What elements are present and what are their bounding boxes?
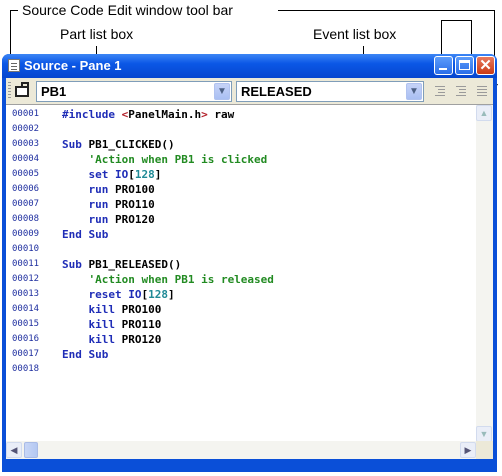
line-number-gutter: 00001 00002 00003 00004 00005 00006 00007 00008… (6, 105, 56, 442)
part-list-box[interactable]: PB1 ▼ (36, 81, 232, 102)
event-list-box[interactable]: RELEASED ▼ (236, 81, 424, 102)
scroll-right-icon[interactable]: ▶ (460, 442, 476, 458)
code-line[interactable]: 'Action when PB1 is released (62, 273, 273, 286)
title-bar[interactable]: Source - Pane 1 ✕ (2, 54, 497, 78)
line-number: 00009 (12, 229, 40, 239)
scroll-left-icon[interactable]: ◀ (6, 442, 22, 458)
event-list-value: RELEASED (241, 84, 312, 99)
callout-event-list: Event list box (313, 26, 397, 42)
code-line[interactable]: run PRO110 (62, 198, 155, 211)
maximize-icon (459, 60, 470, 70)
line-number: 00017 (12, 349, 40, 359)
minimize-button[interactable] (434, 56, 453, 75)
code-line[interactable]: End Sub (62, 348, 108, 361)
scroll-thumb[interactable] (24, 442, 38, 458)
outdent-button[interactable] (453, 84, 468, 98)
line-number: 00011 (12, 259, 40, 269)
code-line[interactable]: run PRO120 (62, 213, 155, 226)
scroll-down-icon[interactable]: ▼ (476, 426, 492, 442)
line-number: 00008 (12, 214, 40, 224)
code-line[interactable]: kill PRO110 (62, 318, 162, 331)
window-title: Source - Pane 1 (24, 58, 122, 73)
line-number: 00006 (12, 184, 40, 194)
code-line[interactable]: run PRO100 (62, 183, 155, 196)
line-number: 00016 (12, 334, 40, 344)
line-number: 00002 (12, 124, 40, 134)
line-number: 00018 (12, 364, 40, 374)
minimize-icon (439, 68, 447, 70)
line-number: 00014 (12, 304, 40, 314)
close-button[interactable]: ✕ (476, 56, 495, 75)
pane-icon (15, 82, 29, 97)
align-button[interactable] (474, 84, 489, 98)
code-line[interactable]: kill PRO100 (62, 303, 162, 316)
callout-toolbar: Source Code Edit window tool bar (22, 2, 233, 18)
code-line[interactable]: set IO[128] (62, 168, 162, 181)
line-number: 00015 (12, 319, 40, 329)
indent-button[interactable] (432, 84, 447, 98)
chevron-down-icon[interactable]: ▼ (406, 83, 422, 100)
line-number: 00001 (12, 109, 40, 119)
close-icon: ✕ (479, 57, 492, 74)
code-line[interactable]: reset IO[128] (62, 288, 175, 301)
size-grip[interactable] (476, 441, 493, 459)
leader-line (10, 10, 18, 11)
document-icon (8, 59, 20, 72)
line-number: 00012 (12, 274, 40, 284)
source-edit-toolbar: PB1 ▼ RELEASED ▼ (6, 78, 493, 104)
code-line[interactable]: kill PRO120 (62, 333, 162, 346)
line-number: 00004 (12, 154, 40, 164)
pane-button[interactable] (14, 82, 31, 99)
maximize-button[interactable] (455, 56, 474, 75)
callout-part-list: Part list box (60, 26, 134, 42)
line-number: 00013 (12, 289, 40, 299)
code-line[interactable]: 'Action when PB1 is clicked (62, 153, 267, 166)
part-list-value: PB1 (41, 84, 67, 99)
chevron-down-icon[interactable]: ▼ (214, 83, 230, 100)
leader-line (441, 20, 471, 21)
code-editor[interactable]: 00001 00002 00003 00004 00005 00006 00007 00008… (6, 104, 493, 459)
scroll-up-icon[interactable]: ▲ (476, 105, 492, 121)
line-number: 00003 (12, 139, 40, 149)
leader-line (278, 10, 494, 11)
code-line[interactable]: Sub PB1_RELEASED() (62, 258, 181, 271)
vertical-scrollbar[interactable]: ▲ ▼ (476, 105, 493, 442)
line-number: 00005 (12, 169, 40, 179)
code-line[interactable]: Sub PB1_CLICKED() (62, 138, 175, 151)
toolbar-grip[interactable] (8, 82, 11, 100)
horizontal-scrollbar[interactable]: ◀ ▶ (6, 441, 476, 459)
source-window: Source - Pane 1 ✕ PB1 ▼ RELEASED ▼ 00001… (2, 54, 497, 472)
code-line[interactable]: End Sub (62, 228, 108, 241)
line-number: 00010 (12, 244, 40, 254)
line-number: 00007 (12, 199, 40, 209)
code-line[interactable]: #include <PanelMain.h> raw (62, 108, 234, 121)
